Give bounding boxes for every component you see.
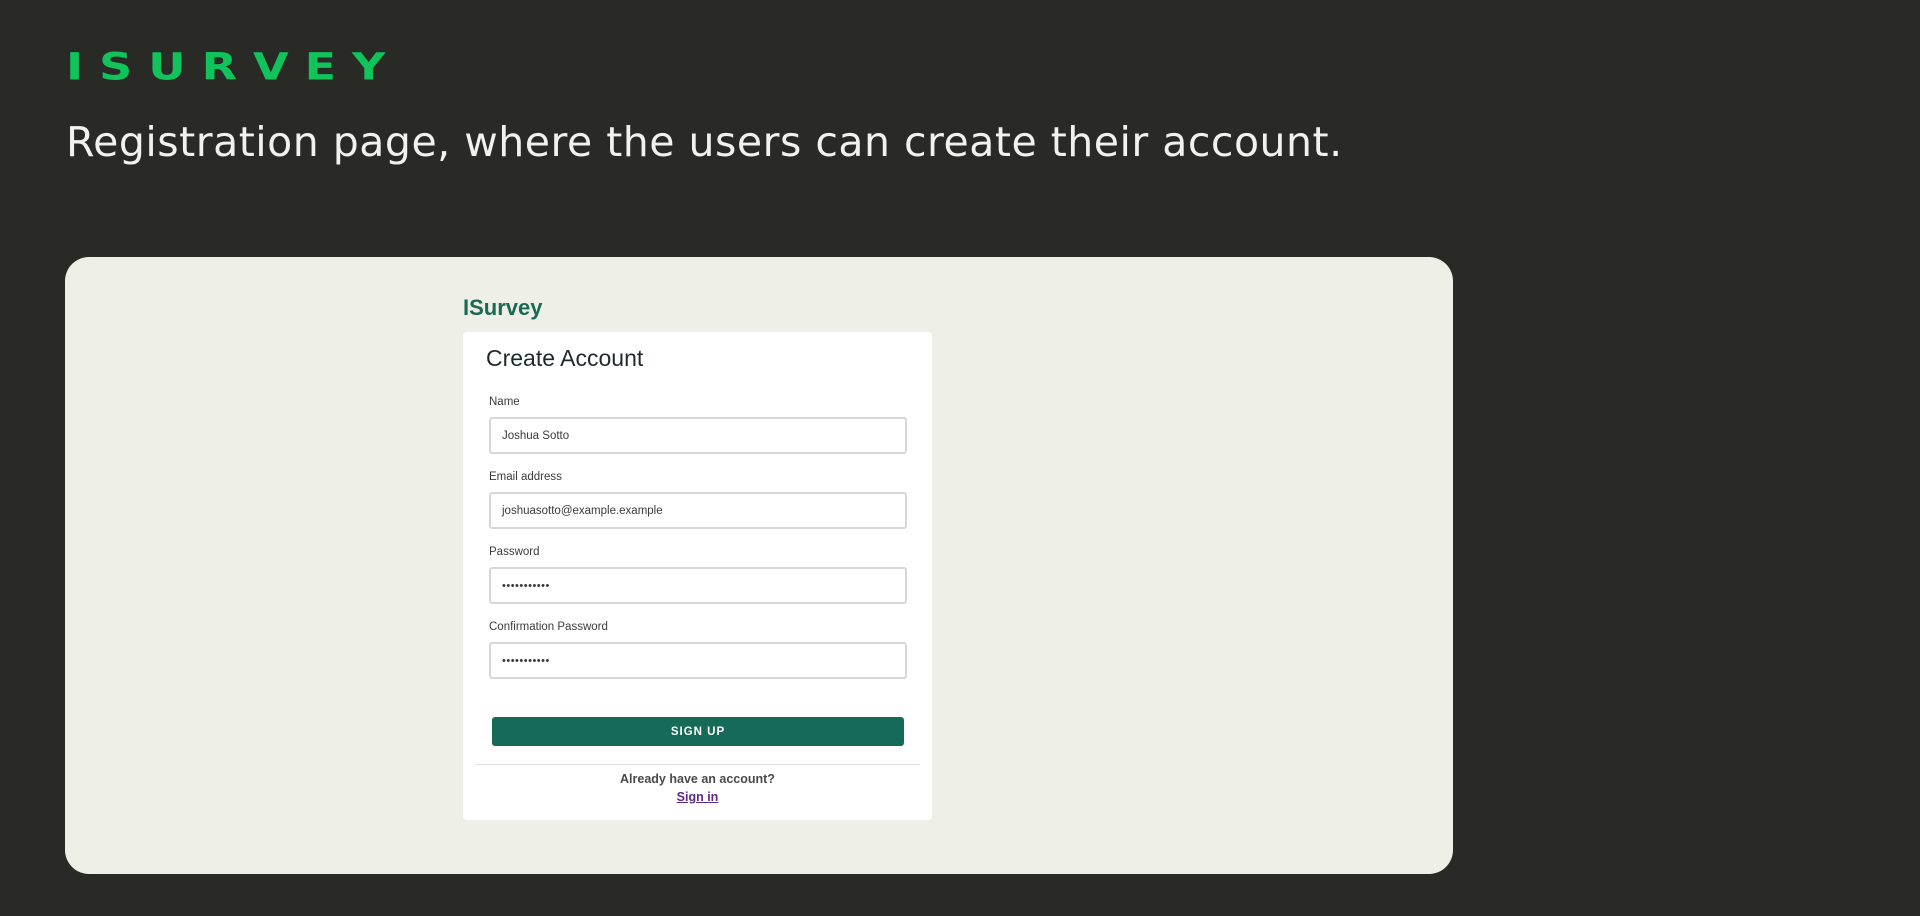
email-input[interactable]: joshuasotto@example.example — [489, 492, 907, 529]
card-title: Create Account — [486, 345, 644, 371]
sign-in-link[interactable]: Sign in — [463, 790, 932, 804]
confirm-password-input[interactable]: ••••••••••• — [489, 642, 907, 679]
email-label: Email address — [489, 471, 562, 483]
brand-logo: ISURVEY — [66, 44, 402, 89]
app-logo[interactable]: ISurvey — [463, 295, 543, 321]
confirm-password-label: Confirmation Password — [489, 621, 608, 633]
password-input[interactable]: ••••••••••• — [489, 567, 907, 604]
already-have-account-text: Already have an account? — [620, 772, 775, 786]
name-label: Name — [489, 396, 520, 408]
registration-card: Create Account Name Joshua Sotto Email a… — [463, 332, 932, 820]
divider — [475, 764, 920, 765]
password-label: Password — [489, 546, 540, 558]
name-input[interactable]: Joshua Sotto — [489, 417, 907, 454]
sign-up-button[interactable]: SIGN UP — [492, 717, 904, 746]
page-description: Registration page, where the users can c… — [66, 118, 1343, 166]
